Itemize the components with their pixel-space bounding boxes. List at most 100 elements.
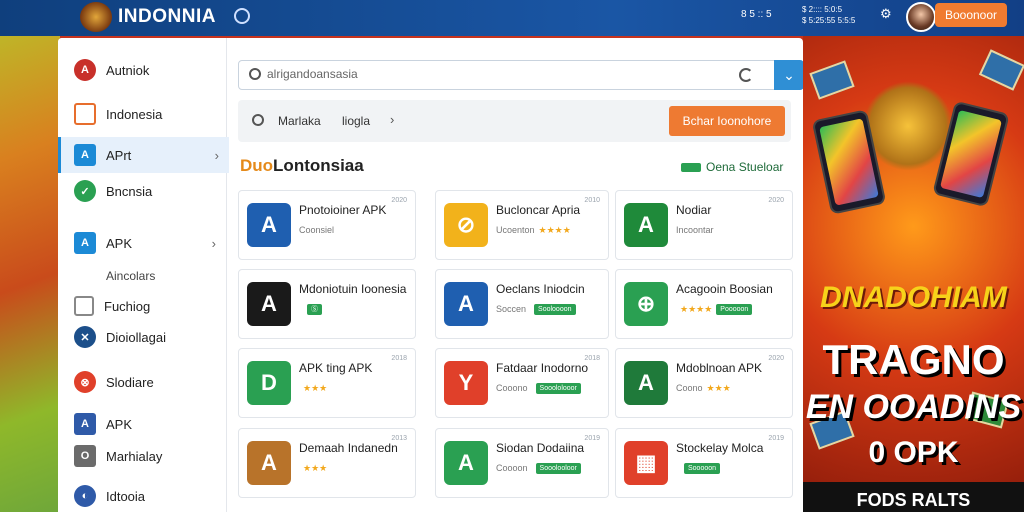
app-year: 2019 [768, 435, 784, 442]
app-card[interactable]: ▦ Stockelay Molca Sooooon 2019 [615, 428, 793, 498]
badge-icon [681, 163, 701, 173]
app-card[interactable]: Y Fatdaar Inodorno Cooono Sooololooor 2018 [435, 348, 609, 418]
card-icon [809, 60, 855, 100]
app-year: 2020 [391, 197, 407, 204]
status-badge: Sooolooloor [535, 463, 581, 475]
sidebar-subitem-aincolars[interactable]: Aincolars [106, 269, 155, 283]
app-subtitle: ★★★★ Pooooon [676, 304, 753, 316]
app-card[interactable]: A Pnotoioiner APK Coonsiel 2020 [238, 190, 416, 260]
rating-stars: ★★★ [706, 383, 731, 393]
app-card[interactable]: A Siodan Dodaiina Coooon Sooolooloor 2019 [435, 428, 609, 498]
app-title: Stockelay Molca [676, 441, 764, 455]
o-icon: O [74, 445, 96, 467]
app-year: 2013 [391, 435, 407, 442]
search-dropdown-button[interactable]: ⌄ [774, 60, 803, 90]
app-subtitle-text: Incoontar [676, 225, 714, 235]
app-card[interactable]: ⊘ Bucloncar Apria Ucoenton ★★★★ 2010 [435, 190, 609, 260]
sidebar-item-label: Dioiollagai [106, 329, 166, 345]
app-title: APK ting APK [299, 361, 373, 375]
brand-name[interactable]: INDONNIA [118, 6, 216, 28]
app-subtitle-text: Coono [676, 383, 703, 393]
app-icon: Y [444, 361, 488, 405]
sidebar-item-label: Idtooia [106, 488, 146, 504]
app-subtitle-text: Coonsiel [299, 225, 335, 235]
user-button[interactable]: Booonoor [935, 3, 1007, 27]
notification-icon[interactable]: ⚙ [880, 6, 892, 22]
app-card[interactable]: A Mdoblnoan APK Coono ★★★ 2020 [615, 348, 793, 418]
sidebar-item-apk-2[interactable]: A APK [58, 406, 226, 442]
status-badge: Sooooon [684, 463, 721, 475]
app-subtitle: Incoontar [676, 225, 718, 235]
sidebar-item-label: Fuchiog [104, 298, 151, 314]
app-card[interactable]: A Mdoniotuin Ioonesia Ⓢ [238, 269, 416, 339]
app-card[interactable]: ⊕ Acagooin Boosian ★★★★ Pooooon [615, 269, 793, 339]
section-link[interactable]: Oena Stueloar [681, 160, 783, 174]
sidebar-item-aprt[interactable]: A APrt › [58, 137, 229, 173]
rating-stars: ★★★ [303, 383, 328, 393]
sidebar-item-idtooia[interactable]: ◐ Idtooia [58, 478, 226, 512]
app-subtitle-text: Ucoenton [496, 225, 535, 235]
app-icon: A [247, 282, 291, 326]
app-icon: A [624, 203, 668, 247]
sidebar-item-indonesia[interactable]: Indonesia [58, 96, 226, 132]
app-subtitle: Sooooon [676, 463, 721, 475]
globe-icon: ◐ [74, 485, 96, 507]
sidebar-item-label: Marhialay [106, 448, 163, 464]
refresh-icon[interactable] [739, 68, 753, 82]
app-card[interactable]: A Demaah Indanedn ★★★ 2013 [238, 428, 416, 498]
app-subtitle-text: Cooono [496, 383, 528, 393]
app-title: Oeclans Iniodcin [496, 282, 585, 296]
main-content: alrigandoansasia ⌄ Marlaka liogla › Bcha… [226, 38, 803, 512]
sidebar-item-label: APK [106, 235, 133, 251]
app-card[interactable]: A Nodiar Incoontar 2020 [615, 190, 793, 260]
card-icon [978, 49, 1024, 91]
app-subtitle: Cooono Sooololooor [496, 383, 581, 395]
app-title: Mdoblnoan APK [676, 361, 763, 375]
sidebar-item-apk[interactable]: A APK › [58, 225, 226, 261]
promo-headline-3: EN OOADINS [805, 388, 1022, 426]
sidebar-item-label: Slodiare [106, 374, 154, 390]
app-subtitle: ★★★ [299, 383, 327, 394]
app-icon: A [444, 282, 488, 326]
sidebar-item-dioiollagai[interactable]: ✕ Dioiollagai [58, 319, 226, 355]
chevron-right-icon: › [211, 235, 216, 251]
top-notice: $ 2:::: 5:0:5 [802, 5, 843, 14]
app-icon: A [444, 441, 488, 485]
chevron-right-icon[interactable]: › [390, 112, 394, 127]
search-icon [249, 68, 261, 80]
sidebar-item-slodiare[interactable]: ⊗ Slodiare [58, 364, 226, 400]
sidebar-item-bncnsia[interactable]: ✓ Bncnsia [58, 173, 226, 209]
sidebar-item-marhialay[interactable]: O Marhialay [58, 438, 226, 474]
sidebar-item-label: Autniok [106, 62, 150, 78]
download-button[interactable]: Bchar Ioonohore [669, 106, 785, 136]
promo-headline-1: DNADOHIAM [820, 281, 1007, 314]
app-subtitle: Coono ★★★ [676, 383, 731, 394]
app-subtitle: Coooon Sooolooloor [496, 463, 581, 475]
sidebar-item-label: Bncnsia [106, 183, 153, 199]
app-subtitle: Soccen Sooloooon [496, 304, 576, 316]
app-icon: A [624, 361, 668, 405]
section-link-label: Oena Stueloar [706, 160, 784, 174]
search-input[interactable]: alrigandoansasia [267, 67, 358, 81]
box-icon [74, 296, 94, 316]
app-icon: D [247, 361, 291, 405]
apk-icon: A [74, 144, 96, 166]
app-card[interactable]: D APK ting APK ★★★ 2018 [238, 348, 416, 418]
app-title: Acagooin Boosian [676, 282, 773, 296]
promo-banner[interactable]: DNADOHIAM TRAGNO EN OOADINS 0 OPK FODS R… [803, 36, 1024, 512]
app-title: Fatdaar Inodorno [496, 361, 589, 375]
x-icon: ✕ [74, 326, 96, 348]
section-title-accent: Duo [240, 156, 274, 175]
app-title: Bucloncar Apria [496, 203, 581, 217]
location-icon[interactable] [234, 8, 250, 24]
app-title: Siodan Dodaiina [496, 441, 585, 455]
avatar[interactable] [906, 2, 936, 32]
app-card[interactable]: A Oeclans Iniodcin Soccen Sooloooon [435, 269, 609, 339]
filter-label-2[interactable]: liogla [342, 114, 370, 128]
app-year: 2018 [391, 355, 407, 362]
apk-icon: A [74, 413, 96, 435]
sidebar-item-autniok[interactable]: A Autniok [58, 52, 226, 88]
app-year: 2010 [584, 197, 600, 204]
filter-label-1[interactable]: Marlaka [278, 114, 321, 128]
app-icon: A [247, 441, 291, 485]
